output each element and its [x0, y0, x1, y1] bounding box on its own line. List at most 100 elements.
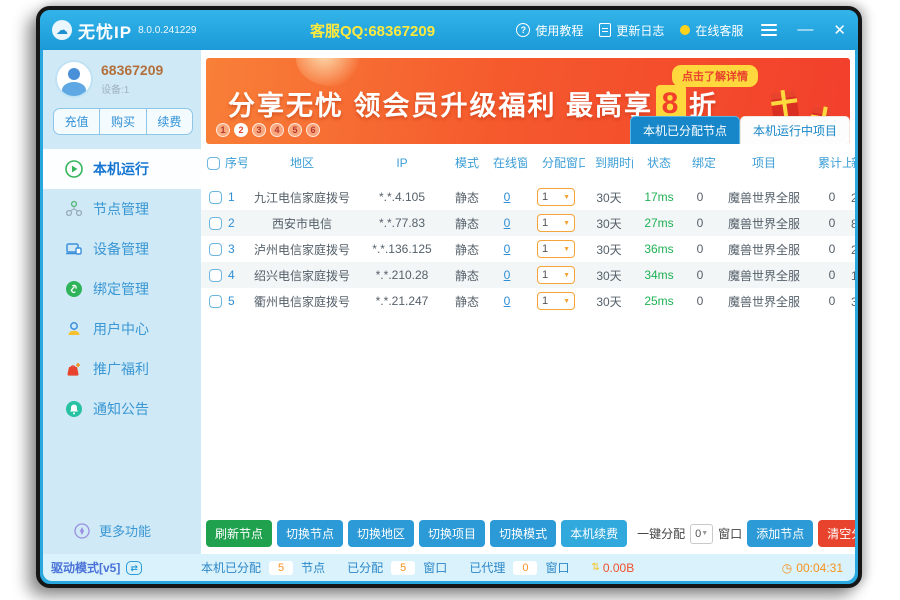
one-key-assign-label: 一键分配: [637, 527, 686, 541]
avatar: [55, 60, 93, 98]
assign-window-select[interactable]: 1 ▼: [537, 188, 575, 206]
table-row: 4 绍兴电信家庭拨号 *.*.210.28 静态 0 1 ▼ 30天 34ms …: [201, 262, 855, 288]
clock-icon: ◷: [781, 560, 793, 575]
nav-label: 节点管理: [93, 201, 149, 217]
buy-button[interactable]: 购买: [99, 109, 145, 134]
online-support-button[interactable]: 在线客服: [680, 22, 743, 39]
banner-dot-2[interactable]: 2: [234, 123, 248, 137]
assigned-label: 本机已分配: [201, 561, 262, 575]
expire-cell: 30天: [596, 268, 622, 283]
banner-cta-button[interactable]: 点击了解详情: [672, 65, 758, 87]
add-node-button[interactable]: 添加节点: [747, 520, 814, 547]
account-actions: 充值 购买 续费: [53, 108, 193, 135]
total-logins-cell: 0: [828, 242, 836, 256]
expire-cell: 30天: [596, 216, 622, 231]
switch-node-button[interactable]: 切换节点: [277, 520, 344, 547]
sidebar-item-announcements[interactable]: 通知公告: [43, 389, 201, 429]
tutorial-button[interactable]: ? 使用教程: [516, 22, 583, 39]
total-logins-cell: 0: [828, 216, 836, 230]
switch-mode-button[interactable]: 切换模式: [490, 520, 557, 547]
col-header: 累计上号: [818, 157, 851, 171]
row-checkbox[interactable]: [209, 190, 222, 204]
sidebar-item-node-management[interactable]: 节点管理: [43, 189, 201, 229]
main-tabs: 本机已分配节点 本机运行中项目: [629, 116, 850, 144]
col-header: 序号: [225, 157, 247, 171]
support-label: 在线客服: [695, 23, 744, 38]
tab-assigned-nodes[interactable]: 本机已分配节点: [629, 116, 740, 144]
update-time-cell: 16小时: [851, 267, 855, 284]
assign-window-select[interactable]: 1 ▼: [537, 292, 575, 310]
switch-region-button[interactable]: 切换地区: [348, 520, 415, 547]
sidebar-item-device-management[interactable]: 设备管理: [43, 229, 201, 269]
network-speed: ⇅ 0.00B: [591, 560, 635, 575]
row-number: 5: [228, 294, 235, 308]
col-header: 项目: [751, 157, 776, 171]
online-window-link[interactable]: 0: [504, 242, 511, 256]
tab-running-projects[interactable]: 本机运行中项目: [739, 116, 850, 144]
row-checkbox[interactable]: [209, 268, 222, 282]
banner-dot-6[interactable]: 6: [306, 123, 320, 137]
minimize-button[interactable]: —: [795, 21, 815, 39]
more-features-button[interactable]: 更多功能: [43, 521, 201, 554]
app-window: ☁ 无忧IP 8.0.0.241229 客服QQ:68367209 ? 使用教程…: [36, 6, 862, 588]
recharge-button[interactable]: 充值: [54, 109, 99, 134]
proxied-window-count: 0: [513, 560, 538, 575]
region-cell: 泸州电信家庭拨号: [253, 242, 350, 257]
promo-banner[interactable]: 分享无忧 领会员升级福利 最高享 8 折 点击了解详情 1 2 3 4 5 6 本机: [206, 58, 850, 144]
sidebar-item-binding-management[interactable]: 绑定管理: [43, 269, 201, 309]
chevron-down-icon: ▼: [563, 245, 570, 253]
sidebar-item-promotion[interactable]: 推广福利: [43, 349, 201, 389]
swap-driver-icon[interactable]: ⇄: [126, 560, 142, 575]
select-all-checkbox[interactable]: [207, 157, 220, 171]
banner-pagination: 1 2 3 4 5 6: [216, 123, 320, 137]
switch-project-button[interactable]: 切换项目: [419, 520, 486, 547]
update-time-cell: 2天: [851, 189, 855, 206]
online-window-link[interactable]: 0: [504, 294, 511, 308]
renew-button[interactable]: 续费: [145, 109, 192, 134]
refresh-node-button[interactable]: 刷新节点: [206, 520, 273, 547]
bell-icon: [65, 400, 83, 418]
user-subinfo: 设备:1: [101, 85, 130, 96]
expire-cell: 30天: [596, 242, 622, 257]
app-version: 8.0.0.241229: [138, 24, 197, 36]
region-cell: 九江电信家庭拨号: [253, 190, 350, 205]
window-unit-label: 窗口: [718, 527, 743, 541]
close-button[interactable]: ✕: [831, 21, 848, 39]
one-key-assign-select[interactable]: 0 ▼: [690, 523, 714, 544]
nav-label: 本机运行: [93, 161, 149, 177]
changelog-button[interactable]: 更新日志: [599, 22, 664, 39]
online-window-link[interactable]: 0: [504, 268, 511, 282]
online-window-link[interactable]: 0: [504, 190, 511, 204]
col-header: 绑定: [692, 157, 715, 171]
banner-decoration: [296, 58, 366, 86]
local-renew-button[interactable]: 本机续费: [561, 520, 628, 547]
menu-hamburger-icon[interactable]: [759, 22, 779, 38]
row-checkbox[interactable]: [209, 294, 222, 308]
banner-dot-1[interactable]: 1: [216, 123, 230, 137]
more-features-label: 更多功能: [99, 524, 152, 539]
banner-dot-3[interactable]: 3: [252, 123, 266, 137]
username: 68367209: [101, 62, 164, 78]
col-header: 地区: [289, 157, 314, 171]
ip-cell: *.*.4.105: [378, 190, 426, 204]
region-cell: 绍兴电信家庭拨号: [253, 268, 350, 283]
row-checkbox[interactable]: [209, 242, 222, 256]
sidebar-item-user-center[interactable]: 用户中心: [43, 309, 201, 349]
app-logo-icon: ☁: [52, 20, 72, 40]
banner-dot-5[interactable]: 5: [288, 123, 302, 137]
row-number: 4: [228, 268, 235, 282]
chevron-down-icon: ▼: [701, 530, 709, 537]
service-qq: 客服QQ:68367209: [310, 22, 436, 40]
mode-cell: 静态: [454, 268, 479, 283]
assign-window-select[interactable]: 1 ▼: [537, 214, 575, 232]
banner-dot-4[interactable]: 4: [270, 123, 284, 137]
online-window-link[interactable]: 0: [504, 216, 511, 230]
expire-cell: 30天: [596, 294, 622, 309]
mode-cell: 静态: [454, 294, 479, 309]
row-checkbox[interactable]: [209, 216, 222, 230]
assign-window-select[interactable]: 1 ▼: [537, 266, 575, 284]
assign-window-select[interactable]: 1 ▼: [537, 240, 575, 258]
clear-assign-button[interactable]: 清空分配: [818, 520, 855, 547]
sidebar-item-local-run[interactable]: 本机运行: [43, 149, 201, 189]
ip-cell: *.*.136.125: [372, 242, 432, 256]
